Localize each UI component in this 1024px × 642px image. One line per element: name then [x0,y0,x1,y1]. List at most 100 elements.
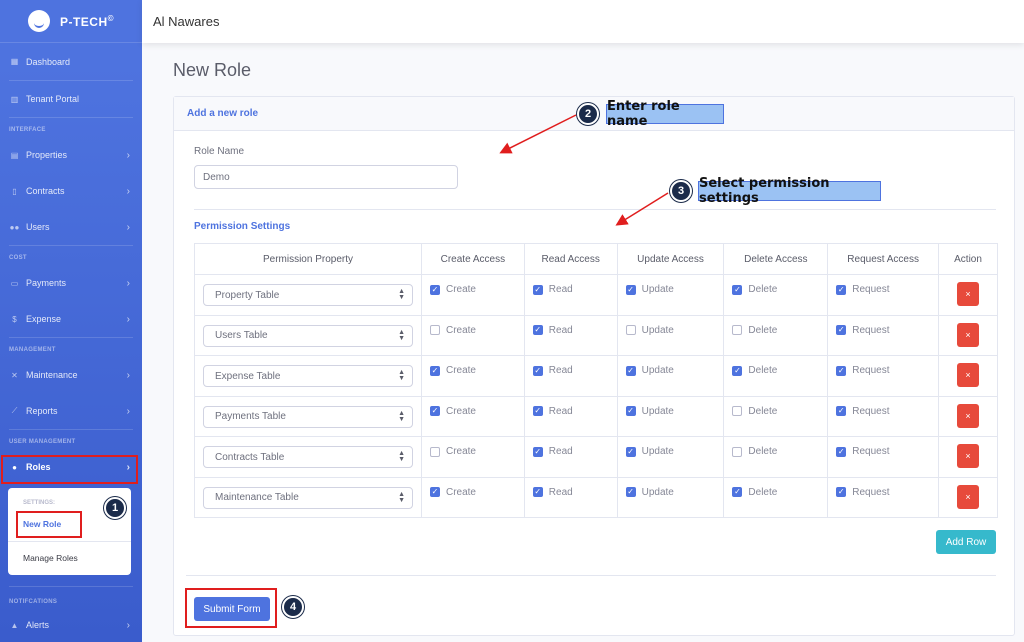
checkbox-label: Update [641,284,674,295]
step-badge-1: 1 [104,497,126,519]
update-access-checkbox[interactable]: ✓ Update [618,446,724,457]
delete-row-button[interactable]: × [957,444,980,468]
delete-row-button[interactable]: × [957,282,980,306]
chevron-right-icon: › [126,221,130,233]
request-access-checkbox[interactable]: ✓ Request [828,365,938,376]
checkbox-label: Delete [748,284,778,295]
table-row: Expense Table ▲ ▼ ✓ Create ✓ Read ✓ Update ✓ Delet… [194,355,998,397]
dollar-icon: $ [12,314,17,324]
checkbox-label: Request [852,365,890,376]
checkbox-label: Request [852,405,890,417]
request-access-checkbox[interactable]: ✓ Request [828,284,938,295]
checkbox-label: Create [445,486,476,498]
chevron-right-icon: › [126,277,130,289]
sidebar-item-label: Contracts [26,186,65,196]
table-row: Contracts Table ▲ ▼ Create ✓ Read ✓ Update Delet… [194,436,998,478]
property-select[interactable]: Property Table ▲ ▼ [203,284,413,306]
request-access-checkbox[interactable]: ✓ Request [828,406,938,417]
update-access-checkbox[interactable]: ✓ Update [618,406,724,417]
delete-row-button[interactable]: × [957,484,980,509]
select-arrows-icon: ▲ ▼ [398,409,405,423]
checkbox-label: Update [641,486,674,498]
annotation-highlight-new-role [16,511,82,538]
property-select[interactable]: Maintenance Table ▲ ▼ [203,486,413,509]
delete-row-button[interactable]: × [957,322,980,347]
checkbox-label: Create [445,446,476,457]
create-access-checkbox[interactable]: Create [422,446,524,457]
col-header: Request Access [827,243,940,275]
annotation-highlight-roles [1,455,138,484]
update-access-checkbox[interactable]: Update [618,325,724,336]
read-access-checkbox[interactable]: ✓ Read [525,446,617,457]
sidebar-item-reports[interactable]: ⟋ Reports › [0,393,142,429]
role-name-input[interactable] [194,165,458,189]
page-title: New Role [173,60,252,80]
delete-row-button[interactable]: × [957,363,980,387]
delete-access-checkbox[interactable]: ✓ Delete [724,365,827,376]
checkbox-icon [429,446,440,457]
checkbox-label: Request [852,284,890,295]
checkbox-icon [625,325,636,335]
request-access-checkbox[interactable]: ✓ Request [828,487,938,498]
property-select[interactable]: Expense Table ▲ ▼ [203,365,413,387]
sidebar-item-users[interactable]: ●● Users › [0,209,142,245]
brand[interactable]: P-TECH© [0,0,142,43]
sidebar-item-tenant-portal[interactable]: ▥ Tenant Portal [0,81,142,117]
sidebar-item-payments[interactable]: ▭ Payments › [0,265,142,301]
create-access-checkbox[interactable]: ✓ Create [422,365,524,376]
delete-access-checkbox[interactable]: Delete [724,325,827,336]
delete-access-checkbox[interactable]: Delete [724,406,827,417]
read-access-checkbox[interactable]: ✓ Read [525,284,617,295]
create-access-checkbox[interactable]: Create [422,325,524,336]
request-access-checkbox[interactable]: ✓ Request [828,446,938,457]
sidebar-item-maintenance[interactable]: ✕ Maintenance › [0,357,142,393]
read-access-checkbox[interactable]: ✓ Read [525,487,617,498]
add-row-button[interactable]: Add Row [936,530,996,554]
checkbox-label: Delete [748,446,778,457]
col-header: Permission Property [194,243,422,275]
sidebar-item-alerts[interactable]: ▲ Alerts › [0,607,142,642]
checkbox-label: Create [445,405,476,417]
checkbox-icon: ✓ [625,365,636,376]
delete-access-checkbox[interactable]: ✓ Delete [724,284,827,295]
property-select[interactable]: Contracts Table ▲ ▼ [203,446,413,468]
checkbox-icon: ✓ [532,487,543,497]
read-access-checkbox[interactable]: ✓ Read [525,406,617,417]
sidebar-item-properties[interactable]: ▤ Properties › [0,137,142,173]
sidebar-item-contracts[interactable]: ▯ Contracts › [0,173,142,209]
update-access-checkbox[interactable]: ✓ Update [618,365,724,376]
delete-row-button[interactable]: × [957,403,980,428]
delete-access-checkbox[interactable]: Delete [724,446,827,457]
update-access-checkbox[interactable]: ✓ Update [618,284,724,295]
read-access-checkbox[interactable]: ✓ Read [525,365,617,376]
role-name-label: Role Name [194,146,245,157]
sidebar-item-dashboard[interactable]: ▦ Dashboard [0,43,142,80]
sidebar-divider [9,586,133,587]
checkbox-icon: ✓ [429,406,440,416]
checkbox-icon: ✓ [732,365,743,376]
sidebar-item-expense[interactable]: $ Expense › [0,301,142,337]
checkbox-icon: ✓ [532,446,543,457]
property-select[interactable]: Users Table ▲ ▼ [203,324,413,347]
topbar: Al Nawares [142,0,1024,43]
sidebar-item-label: Dashboard [26,56,71,67]
delete-access-checkbox[interactable]: ✓ Delete [724,487,827,498]
submenu-item-manage-roles[interactable]: Manage Roles [23,553,78,563]
property-select[interactable]: Payments Table ▲ ▼ [203,405,413,428]
create-access-checkbox[interactable]: ✓ Create [422,406,524,417]
request-access-checkbox[interactable]: ✓ Request [828,325,938,336]
select-arrows-icon: ▲ ▼ [398,490,405,504]
read-access-checkbox[interactable]: ✓ Read [525,325,617,336]
sidebar-item-label: Properties [26,150,68,160]
table-row: Payments Table ▲ ▼ ✓ Create ✓ Read ✓ Update Delet… [194,395,998,437]
checkbox-label: Delete [748,405,778,417]
create-access-checkbox[interactable]: ✓ Create [422,284,524,295]
create-access-checkbox[interactable]: ✓ Create [422,487,524,498]
checkbox-label: Update [641,405,674,417]
bell-icon: ▲ [10,620,19,630]
checkbox-icon: ✓ [625,284,636,295]
callout-enter-role-name: Enter role name [606,99,724,129]
update-access-checkbox[interactable]: ✓ Update [618,487,724,498]
section-heading-cost: COST [9,255,27,261]
money-icon: ▭ [10,278,19,288]
